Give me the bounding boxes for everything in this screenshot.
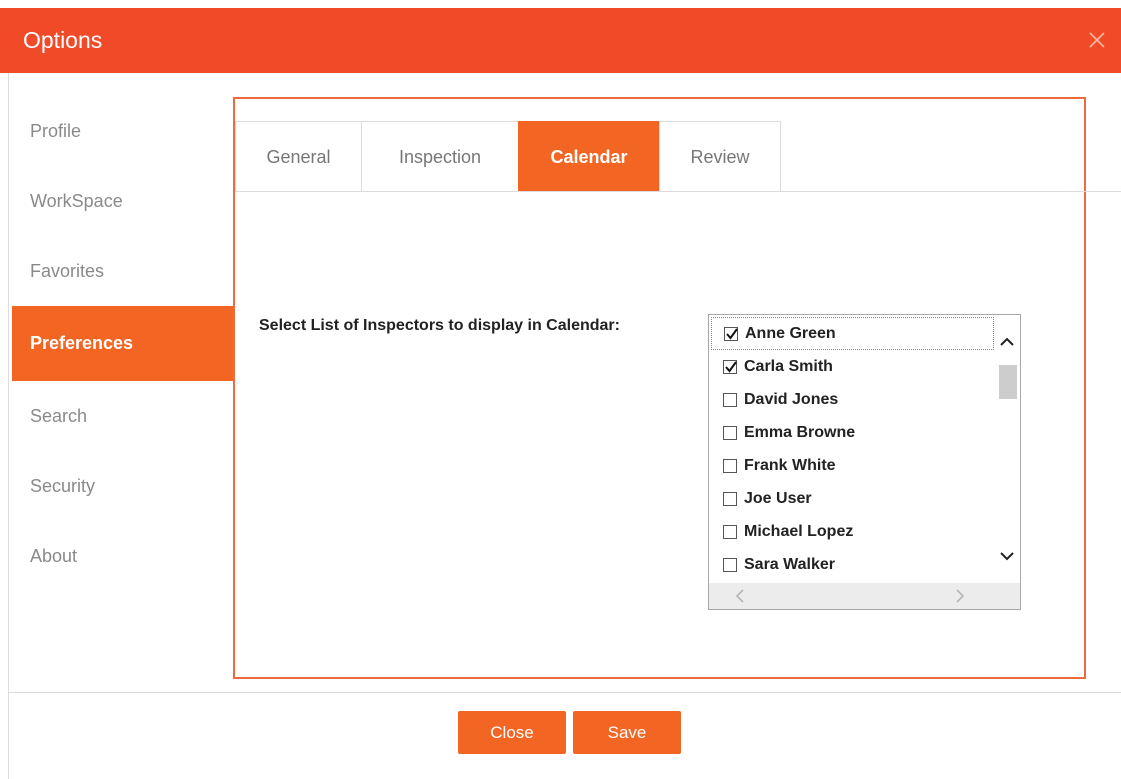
checkbox-unchecked[interactable]: [723, 458, 737, 473]
list-item[interactable]: Joe User: [711, 482, 994, 515]
list-item[interactable]: Frank White: [711, 449, 994, 482]
tab-calendar[interactable]: Calendar: [518, 121, 660, 191]
chevron-left-icon[interactable]: [731, 587, 749, 605]
list-item[interactable]: Emma Browne: [711, 416, 994, 449]
preferences-panel: General Inspection Calendar Review Selec…: [233, 97, 1121, 679]
top-strip: [0, 0, 1121, 8]
scrollbar-corner: [994, 583, 1020, 609]
checkbox-unchecked[interactable]: [723, 524, 737, 539]
close-icon[interactable]: [1085, 28, 1109, 52]
sidebar-item-favorites[interactable]: Favorites: [12, 236, 233, 306]
inspector-name: Joe User: [744, 489, 812, 507]
list-item[interactable]: Sara Walker: [711, 548, 994, 581]
checkbox-unchecked[interactable]: [723, 425, 737, 440]
save-button[interactable]: Save: [573, 711, 681, 754]
checkbox-unchecked[interactable]: [723, 392, 737, 407]
sidebar-item-preferences[interactable]: Preferences: [12, 306, 233, 381]
chevron-up-icon[interactable]: [998, 333, 1016, 351]
footer-divider: [8, 692, 1121, 693]
inspector-name: Emma Browne: [744, 423, 856, 441]
inspector-name: Frank White: [744, 456, 836, 474]
dialog-border: [8, 73, 9, 779]
sidebar-item-about[interactable]: About: [12, 521, 233, 591]
inspector-name: Anne Green: [745, 324, 836, 342]
chevron-down-icon[interactable]: [998, 547, 1016, 565]
list-item[interactable]: Anne Green: [711, 317, 994, 350]
tab-review[interactable]: Review: [659, 121, 781, 191]
scrollbar-thumb[interactable]: [999, 365, 1017, 399]
inspector-name: Sara Walker: [744, 555, 836, 573]
sidebar: Profile WorkSpace Favorites Preferences …: [12, 96, 233, 591]
sidebar-item-workspace[interactable]: WorkSpace: [12, 166, 233, 236]
title-bar: Options: [0, 8, 1121, 73]
options-dialog: Options Profile WorkSpace Favorites Pref…: [0, 0, 1121, 779]
vertical-scrollbar[interactable]: [994, 315, 1020, 583]
checkbox-checked[interactable]: [723, 359, 737, 374]
inspector-name: Carla Smith: [744, 357, 833, 375]
close-button[interactable]: Close: [458, 711, 566, 754]
checkbox-checked[interactable]: [724, 326, 738, 341]
inspector-name: Michael Lopez: [744, 522, 854, 540]
dialog-title: Options: [23, 27, 103, 53]
inspectors-listbox[interactable]: Anne Green Carla Smith David Jones Emma …: [708, 314, 1021, 610]
tab-general[interactable]: General: [235, 121, 362, 191]
tab-inspection[interactable]: Inspection: [361, 121, 519, 191]
list-item[interactable]: Michael Lopez: [711, 515, 994, 548]
sidebar-item-search[interactable]: Search: [12, 381, 233, 451]
tab-bar: General Inspection Calendar Review: [235, 121, 781, 191]
list-item[interactable]: Carla Smith: [711, 350, 994, 383]
checkbox-unchecked[interactable]: [723, 491, 737, 506]
tab-divider: [235, 191, 1121, 192]
horizontal-scrollbar[interactable]: [709, 583, 994, 609]
sidebar-item-profile[interactable]: Profile: [12, 96, 233, 166]
inspectors-field-label: Select List of Inspectors to display in …: [259, 317, 620, 334]
sidebar-item-security[interactable]: Security: [12, 451, 233, 521]
checkbox-unchecked[interactable]: [723, 557, 737, 572]
inspectors-list: Anne Green Carla Smith David Jones Emma …: [711, 317, 994, 581]
list-item[interactable]: David Jones: [711, 383, 994, 416]
chevron-right-icon[interactable]: [951, 587, 969, 605]
inspector-name: David Jones: [744, 390, 839, 408]
